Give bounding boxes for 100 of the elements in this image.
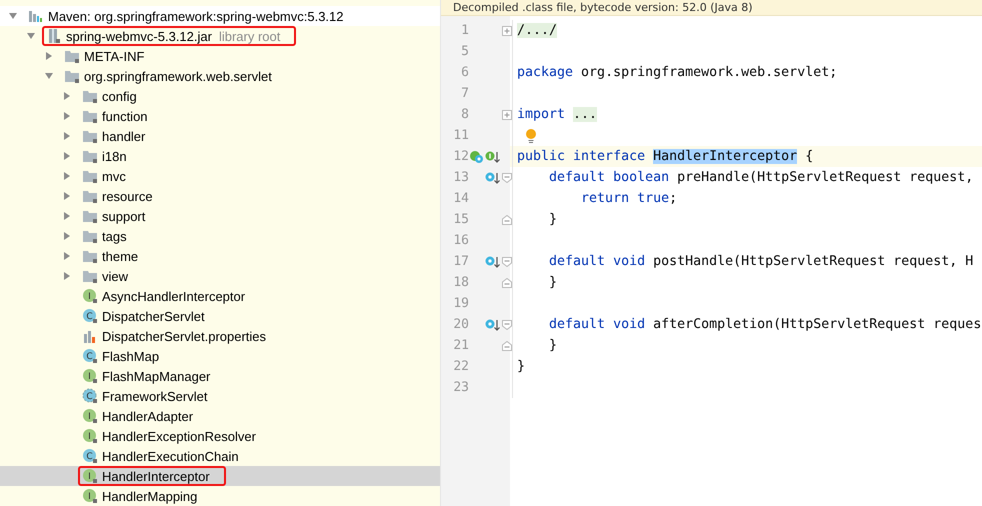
lightbulb-icon[interactable] bbox=[525, 128, 537, 144]
tree-item[interactable]: C FlashMap bbox=[0, 346, 440, 366]
collapsed-arrow-icon[interactable] bbox=[62, 211, 72, 221]
collapsed-arrow-icon[interactable] bbox=[62, 251, 72, 261]
collapsed-arrow-icon[interactable] bbox=[62, 271, 72, 281]
interface-icon: I bbox=[82, 408, 98, 424]
tree-item[interactable]: C FrameworkServlet bbox=[0, 386, 440, 406]
code-line: package org.springframework.web.servlet; bbox=[517, 65, 838, 80]
expand-fold-icon[interactable] bbox=[502, 110, 512, 120]
tree-item-label: DispatcherServlet bbox=[102, 308, 205, 324]
line-number: 6 bbox=[460, 65, 469, 80]
overridden-marker-icon[interactable] bbox=[485, 254, 501, 268]
properties-file-icon bbox=[82, 328, 98, 344]
tree-item-label: mvc bbox=[102, 168, 126, 184]
code-line: default boolean preHandle(HttpServletRequest request, bbox=[548, 170, 974, 185]
tree-item-label: function bbox=[102, 108, 148, 124]
line-number: 7 bbox=[460, 86, 469, 101]
tree-item-label: support bbox=[102, 208, 146, 224]
tree-item-label: HandlerInterceptor bbox=[102, 468, 210, 484]
line-number: 22 bbox=[452, 359, 469, 374]
tree-item-label: handler bbox=[102, 128, 146, 144]
expand-fold-icon[interactable] bbox=[502, 26, 512, 36]
tree-item-label: HandlerExceptionResolver bbox=[102, 428, 256, 444]
tree-item[interactable]: function bbox=[0, 106, 440, 126]
collapsed-arrow-icon[interactable] bbox=[62, 151, 72, 161]
tree-item[interactable]: I FlashMapManager bbox=[0, 366, 440, 386]
line-number: 23 bbox=[452, 380, 469, 395]
abstract-class-icon: C bbox=[82, 388, 98, 404]
tree-item-label: theme bbox=[102, 248, 138, 264]
tree-item[interactable]: support bbox=[0, 206, 440, 226]
code-line: import ... bbox=[517, 107, 598, 122]
folder-icon bbox=[82, 248, 98, 264]
collapsed-arrow-icon[interactable] bbox=[62, 91, 72, 101]
collapse-fold-icon[interactable] bbox=[502, 172, 512, 182]
line-number: 18 bbox=[452, 275, 469, 290]
tree-item[interactable]: I AsyncHandlerInterceptor bbox=[0, 286, 440, 306]
collapsed-arrow-icon[interactable] bbox=[62, 191, 72, 201]
fold-end-icon[interactable] bbox=[502, 340, 512, 350]
library-icon bbox=[28, 8, 44, 24]
folder-icon bbox=[82, 268, 98, 284]
folder-icon bbox=[82, 88, 98, 104]
line-number: 15 bbox=[452, 212, 469, 227]
overridden-marker-icon[interactable] bbox=[485, 170, 501, 184]
tree-item-label: META-INF bbox=[84, 48, 144, 64]
interface-icon: I bbox=[82, 488, 98, 504]
expanded-arrow-icon[interactable] bbox=[44, 71, 54, 81]
collapsed-arrow-icon[interactable] bbox=[62, 111, 72, 121]
overridden-marker-icon[interactable] bbox=[485, 318, 501, 332]
collapse-fold-icon[interactable] bbox=[502, 256, 512, 266]
line-number: 8 bbox=[460, 107, 469, 122]
tree-item[interactable]: I HandlerExceptionResolver bbox=[0, 426, 440, 446]
tree-item-label: spring-webmvc-5.3.12.jar bbox=[66, 28, 212, 44]
interface-marker-icon[interactable] bbox=[485, 150, 501, 164]
interface-icon: I bbox=[82, 468, 98, 484]
fold-end-icon[interactable] bbox=[502, 214, 512, 224]
tree-item[interactable]: config bbox=[0, 86, 440, 106]
library-root-hint: library root bbox=[218, 28, 280, 44]
tree-item-label: HandlerAdapter bbox=[102, 408, 194, 424]
tree-item-label: FlashMap bbox=[102, 348, 160, 364]
expanded-arrow-icon[interactable] bbox=[26, 31, 36, 41]
tree-item[interactable]: META-INF bbox=[0, 46, 440, 66]
folder-icon bbox=[82, 228, 98, 244]
tree-item[interactable]: C DispatcherServlet bbox=[0, 306, 440, 326]
folder-icon bbox=[82, 128, 98, 144]
collapsed-arrow-icon[interactable] bbox=[62, 171, 72, 181]
tree-item-label: HandlerExecutionChain bbox=[102, 448, 239, 464]
collapsed-arrow-icon[interactable] bbox=[62, 231, 72, 241]
tree-item[interactable]: I HandlerMapping bbox=[0, 486, 440, 506]
archive-icon bbox=[46, 28, 62, 44]
tree-item-label: resource bbox=[102, 188, 153, 204]
line-number: 21 bbox=[452, 338, 469, 353]
code-line: } bbox=[517, 359, 526, 374]
tree-item-label: tags bbox=[102, 228, 127, 244]
tree-item[interactable]: handler bbox=[0, 126, 440, 146]
tree-item-label: FlashMapManager bbox=[102, 368, 210, 384]
tree-item[interactable]: I HandlerAdapter bbox=[0, 406, 440, 426]
code-line: default void postHandle(HttpServletRequest request, H bbox=[548, 254, 974, 269]
tree-item[interactable]: Maven: org.springframework:spring-webmvc:5.3.12 bbox=[0, 6, 440, 26]
tree-item[interactable]: tags bbox=[0, 226, 440, 246]
fold-end-icon[interactable] bbox=[502, 278, 512, 288]
collapsed-arrow-icon[interactable] bbox=[62, 131, 72, 141]
tree-item[interactable]: C HandlerExecutionChain bbox=[0, 446, 440, 466]
tree-item[interactable]: DispatcherServlet.properties bbox=[0, 326, 440, 346]
tree-item[interactable]: i18n bbox=[0, 146, 440, 166]
expanded-arrow-icon[interactable] bbox=[8, 11, 18, 21]
line-number: 14 bbox=[452, 191, 469, 206]
tree-item[interactable]: I HandlerInterceptor bbox=[0, 466, 440, 486]
tree-item[interactable]: view bbox=[0, 266, 440, 286]
tree-item-label: FrameworkServlet bbox=[102, 388, 208, 404]
tree-item[interactable]: theme bbox=[0, 246, 440, 266]
tree-item[interactable]: mvc bbox=[0, 166, 440, 186]
tree-item[interactable]: org.springframework.web.servlet bbox=[0, 66, 440, 86]
collapse-fold-icon[interactable] bbox=[502, 320, 512, 330]
collapsed-arrow-icon[interactable] bbox=[44, 51, 54, 61]
folder-icon bbox=[82, 148, 98, 164]
implemented-marker-icon[interactable] bbox=[469, 150, 485, 164]
interface-icon: I bbox=[82, 428, 98, 444]
line-number: 5 bbox=[460, 44, 469, 59]
tree-item-label: i18n bbox=[102, 148, 127, 164]
tree-item[interactable]: resource bbox=[0, 186, 440, 206]
